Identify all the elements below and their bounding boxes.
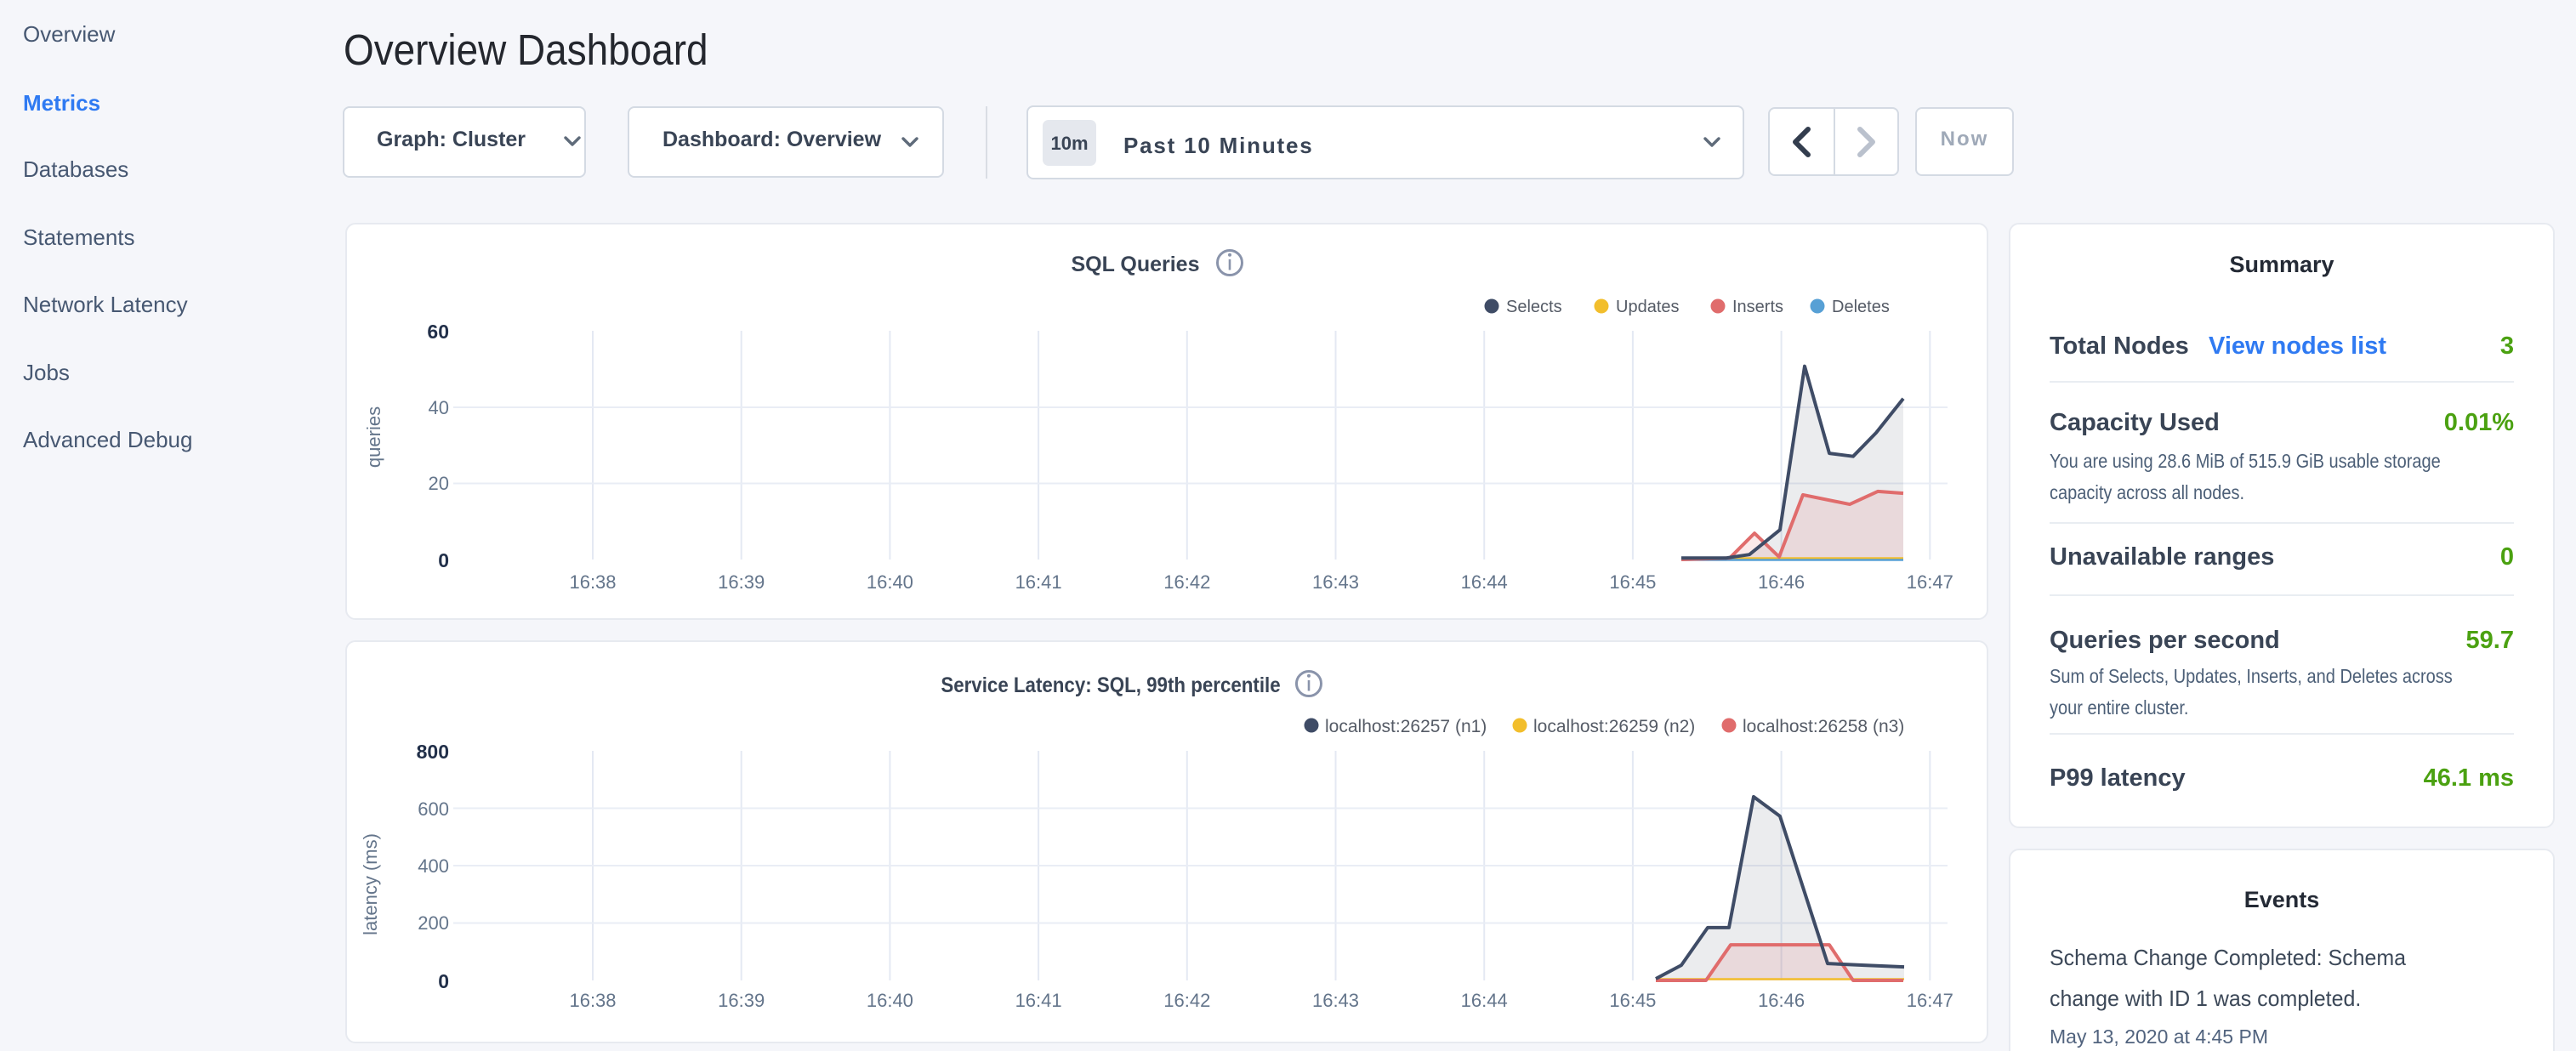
svg-text:16:46: 16:46 <box>1758 571 1805 593</box>
svg-text:Service Latency: SQL, 99th per: Service Latency: SQL, 99th percentile <box>941 674 1280 697</box>
svg-text:Inserts: Inserts <box>1732 298 1783 316</box>
svg-text:16:38: 16:38 <box>569 990 616 1011</box>
svg-text:16:39: 16:39 <box>718 990 765 1011</box>
svg-text:16:45: 16:45 <box>1609 571 1656 593</box>
svg-text:16:42: 16:42 <box>1163 571 1210 593</box>
svg-text:20: 20 <box>429 473 449 494</box>
svg-text:queries: queries <box>363 406 384 468</box>
svg-text:16:44: 16:44 <box>1461 990 1508 1011</box>
svg-text:16:47: 16:47 <box>1907 990 1953 1011</box>
svg-text:16:45: 16:45 <box>1609 990 1656 1011</box>
svg-text:60: 60 <box>427 321 449 343</box>
svg-text:16:40: 16:40 <box>867 990 913 1011</box>
svg-text:Selects: Selects <box>1506 298 1562 316</box>
svg-text:16:39: 16:39 <box>718 571 765 593</box>
svg-text:16:38: 16:38 <box>569 571 616 593</box>
svg-text:latency (ms): latency (ms) <box>360 833 381 935</box>
svg-text:16:43: 16:43 <box>1312 990 1359 1011</box>
svg-text:16:42: 16:42 <box>1163 990 1210 1011</box>
svg-text:16:47: 16:47 <box>1907 571 1953 593</box>
svg-text:200: 200 <box>418 912 449 934</box>
svg-text:16:44: 16:44 <box>1461 571 1508 593</box>
svg-text:16:40: 16:40 <box>867 571 913 593</box>
svg-text:16:41: 16:41 <box>1015 571 1062 593</box>
svg-text:0: 0 <box>438 549 449 571</box>
svg-text:40: 40 <box>429 397 449 418</box>
svg-text:Updates: Updates <box>1616 298 1680 316</box>
svg-text:0: 0 <box>438 970 449 992</box>
svg-text:800: 800 <box>417 741 449 763</box>
svg-text:localhost:26258 (n3): localhost:26258 (n3) <box>1743 717 1904 736</box>
svg-text:SQL Queries: SQL Queries <box>1072 253 1200 276</box>
svg-text:localhost:26257 (n1): localhost:26257 (n1) <box>1325 717 1487 736</box>
svg-text:16:41: 16:41 <box>1015 990 1062 1011</box>
svg-text:16:43: 16:43 <box>1312 571 1359 593</box>
svg-text:600: 600 <box>418 798 449 820</box>
svg-text:16:46: 16:46 <box>1758 990 1805 1011</box>
svg-text:Deletes: Deletes <box>1832 298 1890 316</box>
svg-text:localhost:26259 (n2): localhost:26259 (n2) <box>1533 717 1695 736</box>
svg-text:400: 400 <box>418 855 449 877</box>
